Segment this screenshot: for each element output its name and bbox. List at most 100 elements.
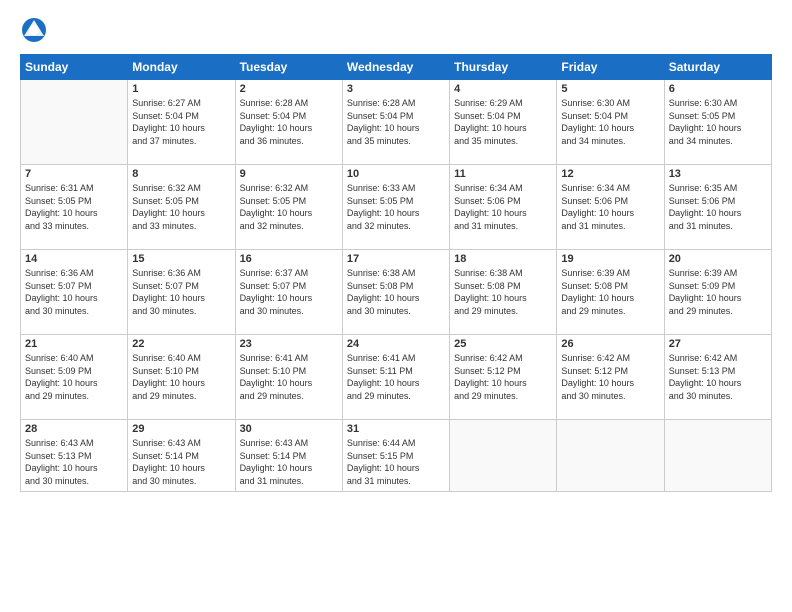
day-number: 6: [669, 83, 767, 95]
day-info: Sunrise: 6:42 AM Sunset: 5:13 PM Dayligh…: [669, 352, 767, 402]
day-cell: 21 Sunrise: 6:40 AM Sunset: 5:09 PM Dayli…: [21, 335, 128, 420]
day-cell: [450, 420, 557, 492]
day-number: 25: [454, 338, 552, 350]
week-row: 21 Sunrise: 6:40 AM Sunset: 5:09 PM Dayli…: [21, 335, 772, 420]
day-info: Sunrise: 6:39 AM Sunset: 5:08 PM Dayligh…: [561, 267, 659, 317]
day-cell: 19 Sunrise: 6:39 AM Sunset: 5:08 PM Dayli…: [557, 250, 664, 335]
day-number: 19: [561, 253, 659, 265]
day-info: Sunrise: 6:42 AM Sunset: 5:12 PM Dayligh…: [561, 352, 659, 402]
day-number: 16: [240, 253, 338, 265]
day-info: Sunrise: 6:30 AM Sunset: 5:04 PM Dayligh…: [561, 97, 659, 147]
day-number: 31: [347, 423, 445, 435]
day-info: Sunrise: 6:34 AM Sunset: 5:06 PM Dayligh…: [561, 182, 659, 232]
day-info: Sunrise: 6:39 AM Sunset: 5:09 PM Dayligh…: [669, 267, 767, 317]
day-cell: [664, 420, 771, 492]
day-number: 27: [669, 338, 767, 350]
day-info: Sunrise: 6:43 AM Sunset: 5:14 PM Dayligh…: [132, 437, 230, 487]
week-row: 14Sunrise: 6:36 AM Sunset: 5:07 PM Dayli…: [21, 250, 772, 335]
day-number: 28: [25, 423, 123, 435]
day-number: 23: [240, 338, 338, 350]
day-cell: 31Sunrise: 6:44 AM Sunset: 5:15 PM Dayli…: [342, 420, 449, 492]
day-info: Sunrise: 6:31 AM Sunset: 5:05 PM Dayligh…: [25, 182, 123, 232]
day-cell: 6 Sunrise: 6:30 AM Sunset: 5:05 PM Daylig…: [664, 80, 771, 165]
day-cell: 2 Sunrise: 6:28 AM Sunset: 5:04 PM Daylig…: [235, 80, 342, 165]
day-info: Sunrise: 6:36 AM Sunset: 5:07 PM Dayligh…: [25, 267, 123, 317]
day-info: Sunrise: 6:43 AM Sunset: 5:14 PM Dayligh…: [240, 437, 338, 487]
col-header-monday: Monday: [128, 55, 235, 80]
day-number: 21: [25, 338, 123, 350]
day-info: Sunrise: 6:41 AM Sunset: 5:11 PM Dayligh…: [347, 352, 445, 402]
day-number: 2: [240, 83, 338, 95]
day-info: Sunrise: 6:37 AM Sunset: 5:07 PM Dayligh…: [240, 267, 338, 317]
day-cell: 3 Sunrise: 6:28 AM Sunset: 5:04 PM Daylig…: [342, 80, 449, 165]
col-header-friday: Friday: [557, 55, 664, 80]
day-number: 29: [132, 423, 230, 435]
day-info: Sunrise: 6:33 AM Sunset: 5:05 PM Dayligh…: [347, 182, 445, 232]
day-cell: 11 Sunrise: 6:34 AM Sunset: 5:06 PM Dayli…: [450, 165, 557, 250]
week-row: 28 Sunrise: 6:43 AM Sunset: 5:13 PM Dayli…: [21, 420, 772, 492]
day-info: Sunrise: 6:28 AM Sunset: 5:04 PM Dayligh…: [240, 97, 338, 147]
day-info: Sunrise: 6:40 AM Sunset: 5:09 PM Dayligh…: [25, 352, 123, 402]
day-cell: 28 Sunrise: 6:43 AM Sunset: 5:13 PM Dayli…: [21, 420, 128, 492]
day-info: Sunrise: 6:34 AM Sunset: 5:06 PM Dayligh…: [454, 182, 552, 232]
day-number: 5: [561, 83, 659, 95]
day-number: 3: [347, 83, 445, 95]
day-number: 22: [132, 338, 230, 350]
day-number: 7: [25, 168, 123, 180]
day-cell: 22 Sunrise: 6:40 AM Sunset: 5:10 PM Dayli…: [128, 335, 235, 420]
day-number: 15: [132, 253, 230, 265]
day-cell: 23 Sunrise: 6:41 AM Sunset: 5:10 PM Dayli…: [235, 335, 342, 420]
day-cell: 1 Sunrise: 6:27 AM Sunset: 5:04 PM Daylig…: [128, 80, 235, 165]
col-header-tuesday: Tuesday: [235, 55, 342, 80]
day-info: Sunrise: 6:41 AM Sunset: 5:10 PM Dayligh…: [240, 352, 338, 402]
day-number: 10: [347, 168, 445, 180]
day-cell: 9 Sunrise: 6:32 AM Sunset: 5:05 PM Daylig…: [235, 165, 342, 250]
day-cell: 14Sunrise: 6:36 AM Sunset: 5:07 PM Dayli…: [21, 250, 128, 335]
col-header-saturday: Saturday: [664, 55, 771, 80]
day-number: 18: [454, 253, 552, 265]
day-info: Sunrise: 6:30 AM Sunset: 5:05 PM Dayligh…: [669, 97, 767, 147]
day-cell: 27 Sunrise: 6:42 AM Sunset: 5:13 PM Dayli…: [664, 335, 771, 420]
day-cell: [21, 80, 128, 165]
day-info: Sunrise: 6:27 AM Sunset: 5:04 PM Dayligh…: [132, 97, 230, 147]
day-info: Sunrise: 6:40 AM Sunset: 5:10 PM Dayligh…: [132, 352, 230, 402]
day-number: 13: [669, 168, 767, 180]
day-info: Sunrise: 6:42 AM Sunset: 5:12 PM Dayligh…: [454, 352, 552, 402]
day-number: 20: [669, 253, 767, 265]
day-cell: [557, 420, 664, 492]
day-cell: 16 Sunrise: 6:37 AM Sunset: 5:07 PM Dayli…: [235, 250, 342, 335]
header-row: SundayMondayTuesdayWednesdayThursdayFrid…: [21, 55, 772, 80]
day-cell: 13 Sunrise: 6:35 AM Sunset: 5:06 PM Dayli…: [664, 165, 771, 250]
col-header-sunday: Sunday: [21, 55, 128, 80]
week-row: 1 Sunrise: 6:27 AM Sunset: 5:04 PM Daylig…: [21, 80, 772, 165]
day-info: Sunrise: 6:28 AM Sunset: 5:04 PM Dayligh…: [347, 97, 445, 147]
day-number: 9: [240, 168, 338, 180]
col-header-thursday: Thursday: [450, 55, 557, 80]
day-number: 12: [561, 168, 659, 180]
day-cell: 17 Sunrise: 6:38 AM Sunset: 5:08 PM Dayli…: [342, 250, 449, 335]
day-number: 17: [347, 253, 445, 265]
header: [20, 16, 772, 44]
day-number: 24: [347, 338, 445, 350]
day-cell: 24 Sunrise: 6:41 AM Sunset: 5:11 PM Dayli…: [342, 335, 449, 420]
week-row: 7 Sunrise: 6:31 AM Sunset: 5:05 PM Daylig…: [21, 165, 772, 250]
day-info: Sunrise: 6:29 AM Sunset: 5:04 PM Dayligh…: [454, 97, 552, 147]
day-number: 11: [454, 168, 552, 180]
day-info: Sunrise: 6:43 AM Sunset: 5:13 PM Dayligh…: [25, 437, 123, 487]
day-number: 1: [132, 83, 230, 95]
day-info: Sunrise: 6:32 AM Sunset: 5:05 PM Dayligh…: [240, 182, 338, 232]
day-info: Sunrise: 6:38 AM Sunset: 5:08 PM Dayligh…: [347, 267, 445, 317]
day-cell: 12 Sunrise: 6:34 AM Sunset: 5:06 PM Dayli…: [557, 165, 664, 250]
day-cell: 20 Sunrise: 6:39 AM Sunset: 5:09 PM Dayli…: [664, 250, 771, 335]
page: SundayMondayTuesdayWednesdayThursdayFrid…: [0, 0, 792, 612]
day-info: Sunrise: 6:35 AM Sunset: 5:06 PM Dayligh…: [669, 182, 767, 232]
day-cell: 26Sunrise: 6:42 AM Sunset: 5:12 PM Dayli…: [557, 335, 664, 420]
day-number: 8: [132, 168, 230, 180]
logo-icon: [20, 16, 48, 44]
day-info: Sunrise: 6:38 AM Sunset: 5:08 PM Dayligh…: [454, 267, 552, 317]
day-cell: 25 Sunrise: 6:42 AM Sunset: 5:12 PM Dayli…: [450, 335, 557, 420]
day-cell: 15Sunrise: 6:36 AM Sunset: 5:07 PM Dayli…: [128, 250, 235, 335]
day-number: 4: [454, 83, 552, 95]
calendar: SundayMondayTuesdayWednesdayThursdayFrid…: [20, 54, 772, 492]
day-cell: 30Sunrise: 6:43 AM Sunset: 5:14 PM Dayli…: [235, 420, 342, 492]
